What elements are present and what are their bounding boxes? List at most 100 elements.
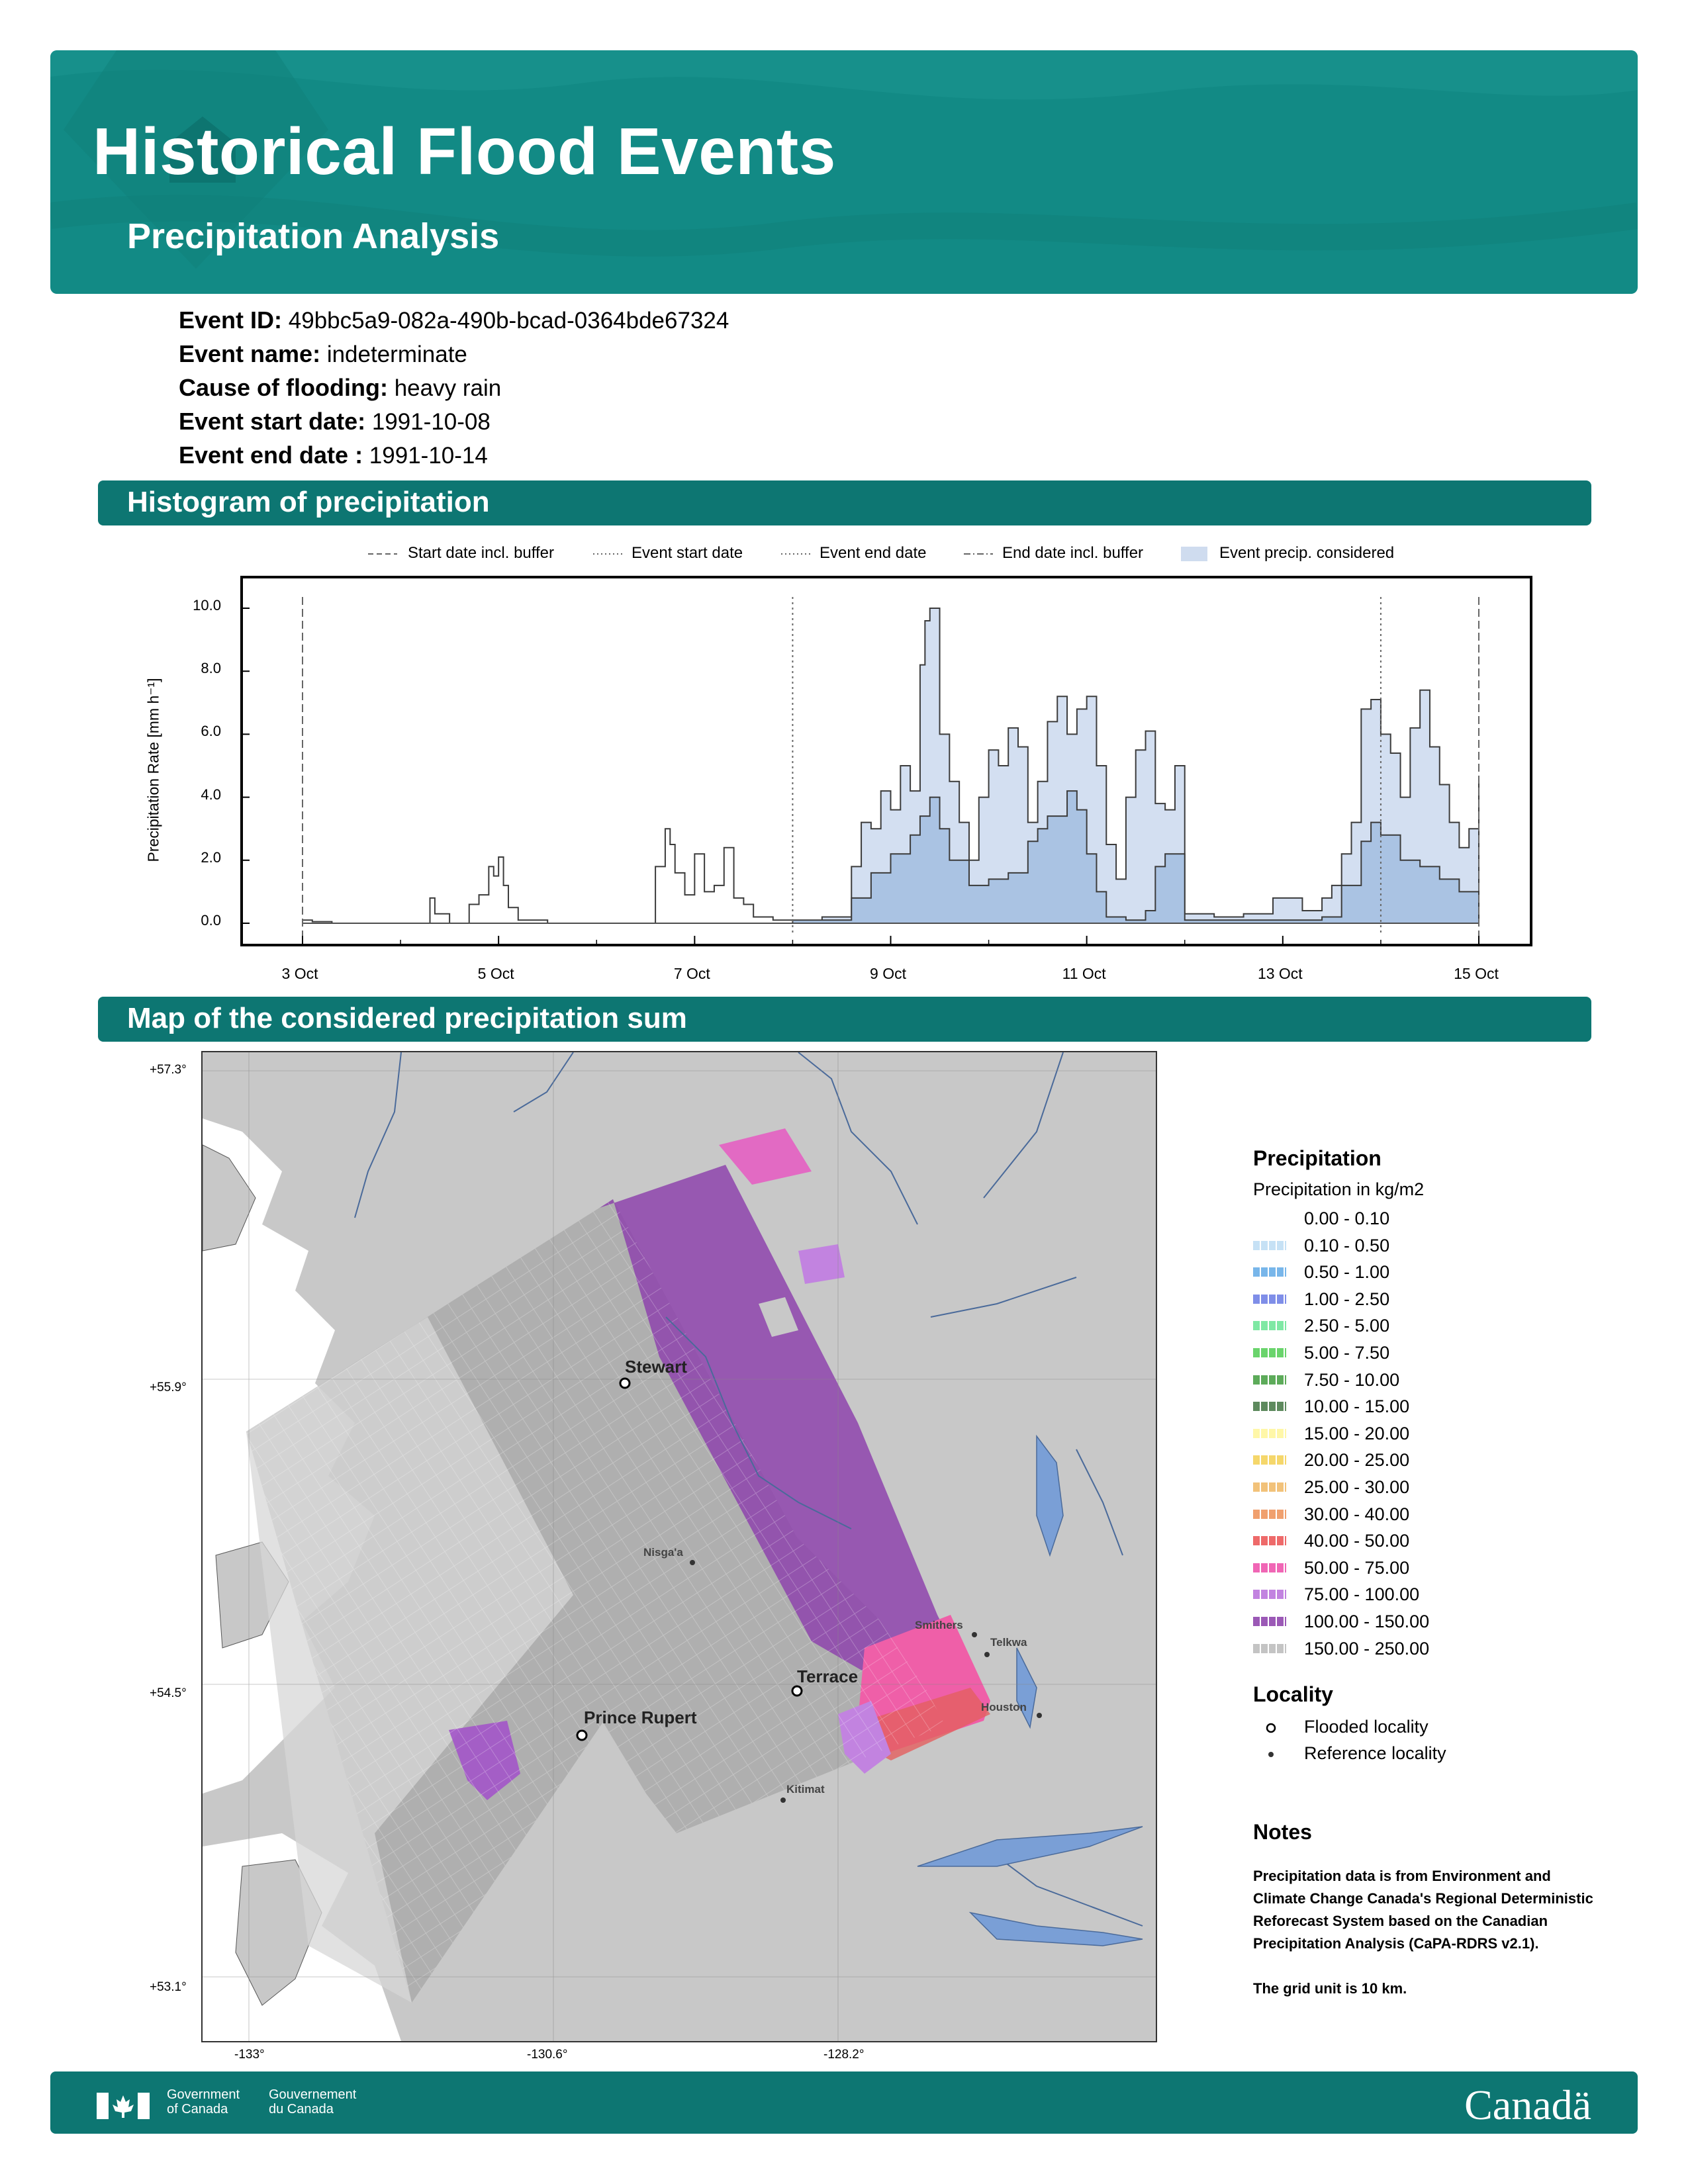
legend-class-swatch — [1253, 1536, 1286, 1546]
legend-class-swatch — [1253, 1590, 1286, 1600]
legend-class-swatch — [1253, 1428, 1286, 1438]
event-id-value: 49bbc5a9-082a-490b-bcad-0364bde67324 — [288, 308, 729, 334]
legend-class-swatch — [1253, 1563, 1286, 1572]
place-kitimat: Kitimat — [786, 1783, 825, 1796]
locality-title: Locality — [1253, 1682, 1333, 1706]
legend-class-swatch — [1253, 1267, 1286, 1277]
legend-swatch-event-end — [781, 553, 810, 555]
gov-fr-line2: du Canada — [269, 2102, 334, 2116]
lat-label: +54.5° — [150, 1686, 187, 1700]
lat-label: +57.3° — [150, 1063, 187, 1077]
place-nisgaa: Nisga'a — [643, 1546, 683, 1559]
legend-class-label: 7.50 - 10.00 — [1304, 1369, 1400, 1390]
legend-event-start: Event start date — [632, 544, 743, 562]
event-cause-label: Cause of flooding: — [179, 374, 388, 401]
legend-class-label: 25.00 - 30.00 — [1304, 1477, 1410, 1497]
legend-class-swatch — [1253, 1455, 1286, 1465]
y-axis-label: Precipitation Rate [mm h⁻¹] — [144, 678, 162, 862]
reference-locality-marker — [984, 1652, 990, 1657]
reference-locality-marker — [972, 1632, 977, 1637]
place-stewart: Stewart — [625, 1357, 687, 1377]
event-end-value: 1991-10-14 — [369, 443, 488, 469]
x-tick-label: 3 Oct — [281, 965, 318, 982]
x-tick-label: 15 Oct — [1454, 965, 1499, 982]
gov-fr-line1: Gouvernement — [269, 2087, 357, 2102]
map-section-title: Map of the considered precipitation sum — [127, 1002, 687, 1034]
reference-locality-marker — [780, 1797, 786, 1803]
canada-wordmark: Canadä — [1464, 2081, 1591, 2128]
legend-class-label: 75.00 - 100.00 — [1304, 1584, 1420, 1605]
place-smithers: Smithers — [915, 1619, 963, 1631]
flooded-locality-marker — [619, 1377, 631, 1389]
event-start-label: Event start date: — [179, 408, 366, 435]
legend-class-label: 20.00 - 25.00 — [1304, 1450, 1410, 1471]
legend-class-label: 0.10 - 0.50 — [1304, 1235, 1390, 1255]
y-tick-label: 0.0 — [201, 912, 221, 929]
event-name-row: Event name: indeterminate — [179, 340, 467, 368]
x-tick-label: 7 Oct — [673, 965, 710, 982]
place-prince-rupert: Prince Rupert — [584, 1707, 697, 1727]
legend-swatch-start-buffer — [368, 553, 397, 555]
legend-class-swatch — [1253, 1509, 1286, 1519]
lat-label: +55.9° — [150, 1381, 187, 1394]
notes-text: Precipitation data is from Environment a… — [1253, 1868, 1593, 1952]
x-tick-label: 9 Oct — [870, 965, 906, 982]
legend-class-label: 150.00 - 250.00 — [1304, 1638, 1430, 1659]
event-id-row: Event ID: 49bbc5a9-082a-490b-bcad-0364bd… — [179, 306, 729, 334]
reference-locality-label: Reference locality — [1304, 1743, 1446, 1763]
footer: Government of Canada Gouvernement du Can… — [50, 2071, 1638, 2134]
legend-subtitle-text: Precipitation in kg/m2 — [1253, 1179, 1425, 1199]
legend-class-label: 40.00 - 50.00 — [1304, 1531, 1410, 1551]
reference-locality-icon — [1268, 1752, 1274, 1757]
legend-class-label: 100.00 - 150.00 — [1304, 1612, 1430, 1631]
legend-class-swatch — [1253, 1321, 1286, 1331]
y-tick-label: 10.0 — [193, 597, 221, 614]
legend-end-buffer: End date incl. buffer — [1002, 544, 1144, 562]
event-name-label: Event name: — [179, 340, 321, 367]
flooded-locality-label: Flooded locality — [1304, 1717, 1429, 1737]
gov-fr: Gouvernement du Canada — [269, 2087, 356, 2116]
event-end-row: Event end date : 1991-10-14 — [179, 441, 488, 469]
legend-title: Precipitation — [1253, 1146, 1382, 1170]
lon-label: -133° — [234, 2048, 265, 2062]
y-tick-label: 8.0 — [201, 660, 221, 677]
legend-start-buffer: Start date incl. buffer — [408, 544, 555, 562]
grid-note: The grid unit is 10 km. — [1253, 1980, 1407, 1997]
gov-en: Government of Canada — [167, 2087, 240, 2116]
legend-precip-considered: Event precip. considered — [1219, 544, 1395, 562]
histogram-svg — [243, 597, 1479, 944]
legend-class-label: 30.00 - 40.00 — [1304, 1504, 1410, 1524]
x-tick-label: 5 Oct — [477, 965, 514, 982]
flooded-locality-icon — [1266, 1723, 1276, 1733]
canada-flag-icon — [97, 2093, 150, 2119]
place-telkwa: Telkwa — [990, 1636, 1027, 1649]
legend-class-label: 2.50 - 5.00 — [1304, 1316, 1390, 1336]
legend-class-swatch — [1253, 1617, 1286, 1626]
reference-locality-marker — [1037, 1713, 1042, 1718]
legend-swatch-event-start — [593, 553, 622, 555]
flooded-locality-marker — [576, 1729, 588, 1741]
event-cause-row: Cause of flooding: heavy rain — [179, 374, 501, 402]
y-tick-label: 4.0 — [201, 786, 221, 803]
event-cause-value: heavy rain — [394, 375, 502, 401]
legend-class-label: 1.00 - 2.50 — [1304, 1289, 1390, 1309]
x-tick-label: 11 Oct — [1062, 965, 1106, 982]
x-tick-label: 13 Oct — [1257, 965, 1303, 982]
flooded-locality-marker — [791, 1685, 803, 1697]
legend-class-swatch — [1253, 1214, 1286, 1223]
event-start-value: 1991-10-08 — [371, 409, 491, 435]
legend-swatch-end-buffer — [964, 553, 993, 555]
gov-en-line2: of Canada — [167, 2102, 228, 2116]
page-subtitle: Precipitation Analysis — [127, 216, 500, 256]
lon-label: -128.2° — [823, 2048, 865, 2062]
legend-class-swatch — [1253, 1240, 1286, 1250]
legend-event-end: Event end date — [820, 544, 927, 562]
notes-title: Notes — [1253, 1820, 1312, 1844]
legend-class-swatch — [1253, 1643, 1286, 1653]
histogram-section-title: Histogram of precipitation — [127, 486, 490, 518]
map-section-header: Map of the considered precipitation sum — [98, 997, 1591, 1042]
legend-class-swatch — [1253, 1375, 1286, 1385]
histogram-plot-area — [240, 576, 1532, 946]
y-tick-label: 6.0 — [201, 723, 221, 740]
event-name-value: indeterminate — [326, 341, 467, 367]
